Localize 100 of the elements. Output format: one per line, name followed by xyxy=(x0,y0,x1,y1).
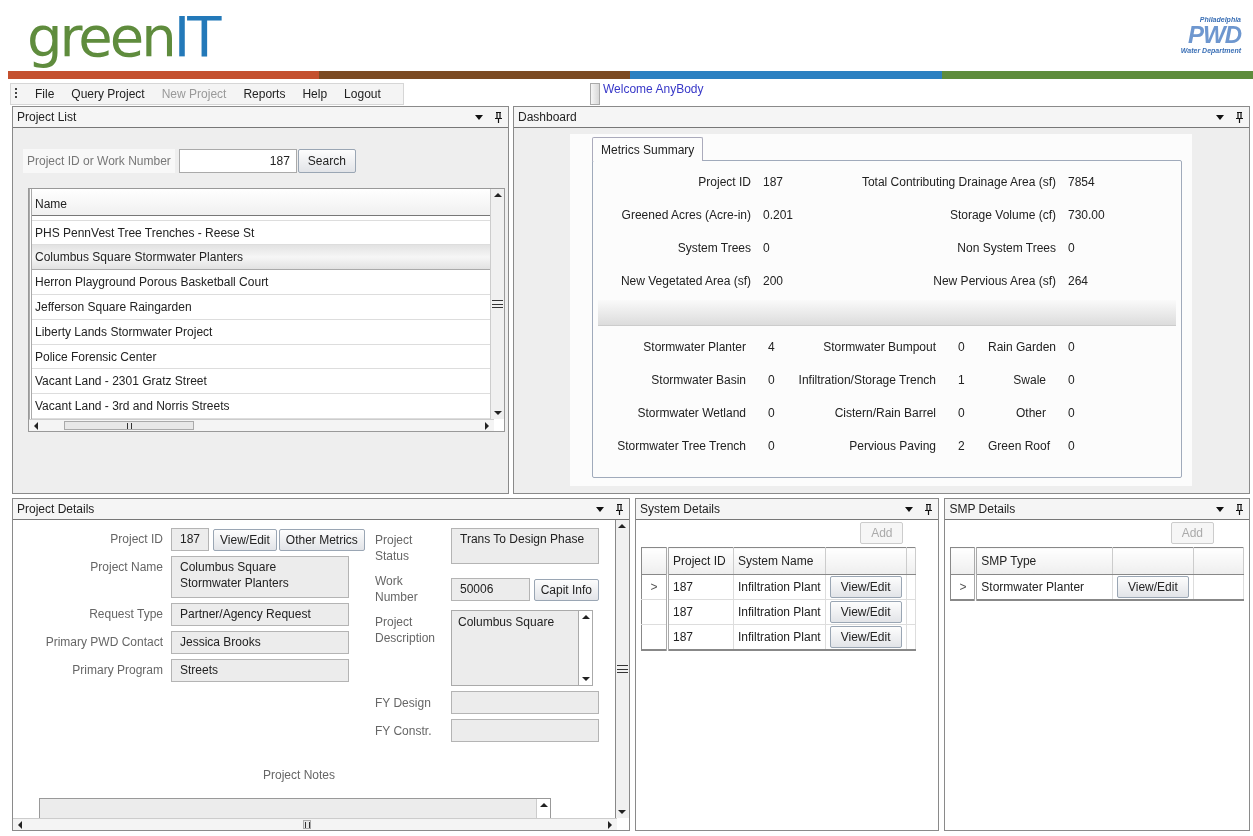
table-cell: Infiltration Plant xyxy=(733,574,826,600)
search-field[interactable]: 187 xyxy=(178,149,297,173)
pin-icon[interactable] xyxy=(1236,111,1243,123)
toolbar-grip[interactable] xyxy=(590,83,600,105)
field-label: Work Number xyxy=(375,573,419,605)
metric-value: 0 xyxy=(1067,339,1076,354)
table-row[interactable]: Columbus Square Stormwater Planters xyxy=(32,245,490,271)
table-row[interactable]: Police Forensic Center xyxy=(32,344,490,370)
field-label: Project Description xyxy=(375,614,437,647)
vertical-scrollbar[interactable] xyxy=(490,189,504,419)
caret-icon[interactable] xyxy=(596,506,604,512)
row-indicator: > xyxy=(951,574,976,600)
panel-title: Dashboard xyxy=(518,110,578,124)
metric-value: 200 xyxy=(763,273,785,288)
notes-label: Project Notes xyxy=(261,768,336,782)
panel-title: Project Details xyxy=(17,502,96,516)
view-edit-button[interactable]: View/Edit xyxy=(829,625,902,648)
metric-label: New Pervious Area (sf) xyxy=(932,273,1057,288)
metric-value: 730.00 xyxy=(1068,207,1106,222)
metric-label: Stormwater Tree Trench xyxy=(616,438,747,453)
metric-label: Pervious Paving xyxy=(848,438,937,453)
caret-icon[interactable] xyxy=(475,114,483,120)
project-id-field[interactable]: 187 xyxy=(171,528,210,551)
metric-value: 0 xyxy=(1067,405,1076,420)
metric-label: Total Contributing Drainage Area (sf) xyxy=(860,174,1057,189)
table-row[interactable]: Liberty Lands Stormwater Project xyxy=(32,319,490,345)
metric-label: Rain Garden xyxy=(988,339,1058,354)
notes-field[interactable] xyxy=(39,798,551,818)
metric-value: 7854 xyxy=(1068,174,1096,189)
search-button[interactable]: Search xyxy=(297,149,356,173)
metric-value: 0 xyxy=(1067,438,1076,453)
table-cell: Infiltration Plant xyxy=(733,624,826,650)
status-field[interactable]: Trans To Design Phase xyxy=(451,528,599,564)
menu-item[interactable]: Query Project xyxy=(63,87,154,101)
menu-item[interactable]: File xyxy=(27,87,64,101)
table-row[interactable]: Vacant Land - 2301 Gratz Street xyxy=(32,369,490,395)
metric-label: Infiltration/Storage Trench xyxy=(798,372,937,387)
metric-value: 264 xyxy=(1068,273,1090,288)
pin-icon[interactable] xyxy=(925,503,933,515)
table-cell: Infiltration Plant xyxy=(733,599,826,625)
menu-item[interactable]: Reports xyxy=(235,87,295,101)
metric-label: Non System Trees xyxy=(956,240,1057,255)
horizontal-scrollbar[interactable] xyxy=(29,419,494,431)
caret-icon[interactable] xyxy=(1216,114,1224,120)
field-label: FY Design xyxy=(375,695,432,712)
table-cell: 187 xyxy=(667,599,734,625)
text-field[interactable]: Columbus Square Stormwater Planters xyxy=(171,556,349,598)
metric-value: 0 xyxy=(1067,372,1076,387)
metric-value: 0 xyxy=(957,405,966,420)
field-label: Primary Program xyxy=(71,662,163,679)
vertical-scrollbar[interactable] xyxy=(615,520,629,818)
work-number-field[interactable]: 50006 xyxy=(451,578,530,601)
pin-icon[interactable] xyxy=(495,111,502,123)
metric-label: Other xyxy=(1015,405,1047,420)
welcome-text: Welcome AnyBody xyxy=(603,82,704,96)
metric-value: 0 xyxy=(767,438,776,453)
text-field[interactable]: Partner/Agency Request xyxy=(171,603,349,626)
pin-icon[interactable] xyxy=(616,503,623,515)
view-edit-button[interactable]: View/Edit xyxy=(829,601,902,623)
text-field[interactable] xyxy=(451,691,599,714)
metric-label: Project ID xyxy=(697,174,752,189)
table-row[interactable]: Jefferson Square Raingarden xyxy=(32,295,490,320)
horizontal-scrollbar[interactable] xyxy=(13,818,617,830)
metric-value: 0 xyxy=(767,405,776,420)
metric-value: 0.201 xyxy=(763,207,795,222)
caret-icon[interactable] xyxy=(905,506,914,512)
pin-icon[interactable] xyxy=(1236,503,1243,515)
menu-item[interactable]: Logout xyxy=(336,87,390,101)
action-button[interactable]: View/Edit xyxy=(213,528,277,551)
column-header: Project ID xyxy=(667,547,734,575)
metric-label: Greened Acres (Acre-in) xyxy=(620,207,752,222)
field-label: Project ID xyxy=(109,531,163,548)
table-row[interactable]: Herron Playground Porous Basketball Court xyxy=(32,270,490,295)
metric-value: 4 xyxy=(767,339,776,354)
field-label: Project Name xyxy=(89,559,163,576)
menu-item[interactable]: Help xyxy=(294,87,337,101)
field-label: FY Constr. xyxy=(375,723,433,740)
metric-label: Stormwater Basin xyxy=(650,372,747,387)
metric-label: Swale xyxy=(1012,372,1047,387)
metric-label: Stormwater Bumpout xyxy=(822,339,937,354)
table-cell: 187 xyxy=(667,624,734,650)
row-indicator: > xyxy=(641,574,668,600)
metric-value: 0 xyxy=(957,339,966,354)
column-header: System Name xyxy=(733,547,826,575)
search-label: Project ID or Work Number xyxy=(23,149,175,173)
text-field[interactable]: Streets xyxy=(171,659,349,682)
text-field[interactable] xyxy=(451,719,599,742)
view-edit-button[interactable]: View/Edit xyxy=(829,576,902,598)
tab[interactable]: Metrics Summary xyxy=(592,137,704,161)
metric-value: 2 xyxy=(957,438,966,453)
capit-info-button[interactable]: Capit Info xyxy=(533,578,599,601)
column-header: SMP Type xyxy=(975,547,1113,575)
panel-title: System Details xyxy=(640,502,721,516)
metric-label: Stormwater Wetland xyxy=(636,405,747,420)
view-edit-button[interactable]: View/Edit xyxy=(1116,575,1189,598)
text-field[interactable]: Jessica Brooks xyxy=(171,631,349,654)
metric-value: 0 xyxy=(763,240,771,255)
caret-icon[interactable] xyxy=(1216,506,1224,512)
action-button[interactable]: Other Metrics xyxy=(278,528,365,551)
description-field[interactable]: Columbus Square xyxy=(451,610,593,686)
